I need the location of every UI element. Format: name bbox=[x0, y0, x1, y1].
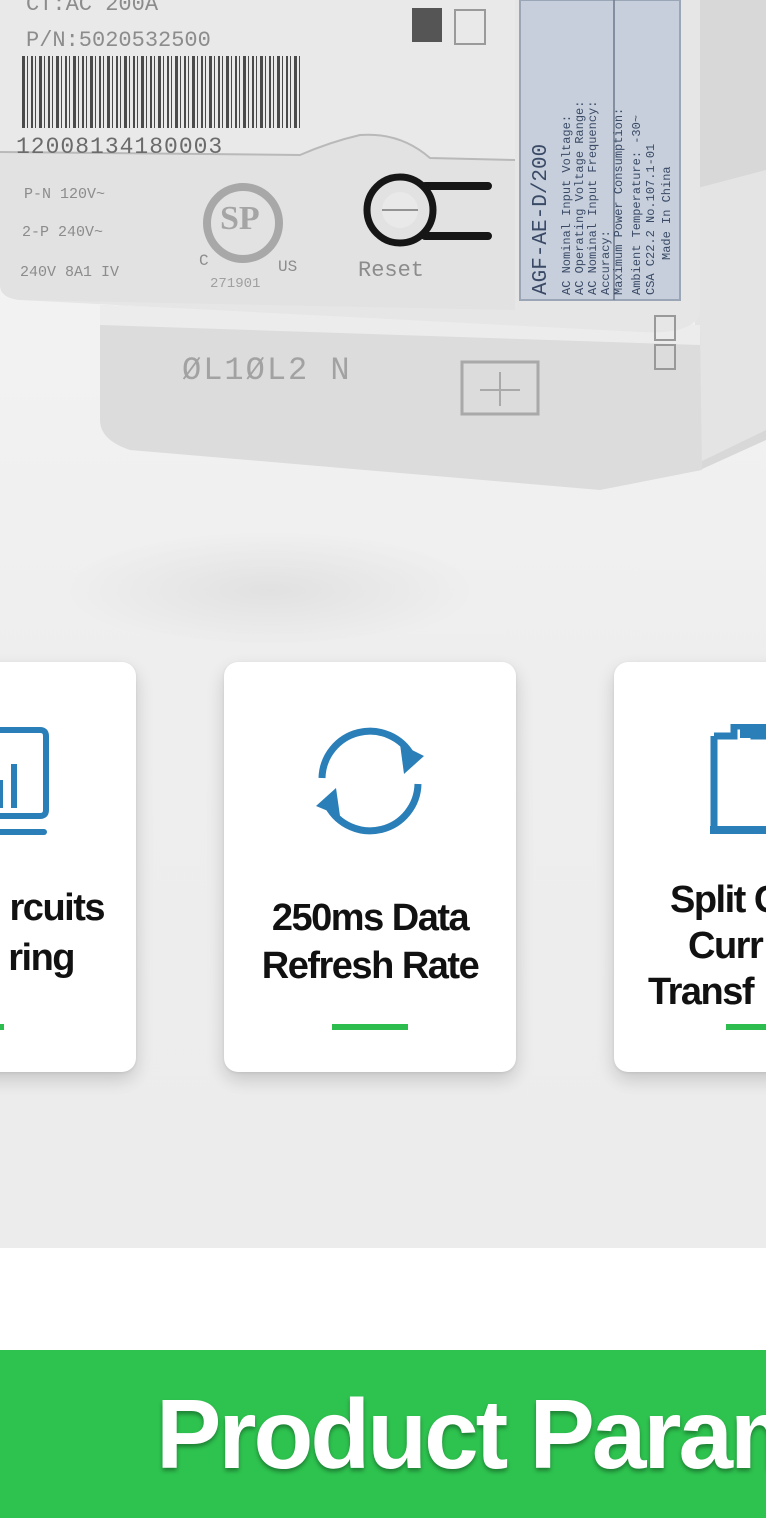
spec-line-5: Maximum Power Consumption: bbox=[612, 107, 626, 295]
feature-title-line-1: 250ms Data bbox=[271, 897, 470, 939]
feature-underline bbox=[726, 1024, 766, 1030]
feature-underline bbox=[332, 1024, 408, 1030]
spec-line-6: Ambient Temperature: -30~ bbox=[630, 114, 644, 295]
spec-line-2: AC Operating Voltage Range: bbox=[573, 100, 587, 295]
feature-title-line-2: Refresh Rate bbox=[261, 945, 480, 987]
feature-underline bbox=[0, 1024, 4, 1030]
refresh-icon bbox=[316, 727, 424, 835]
csa-mark-letters: SP bbox=[220, 200, 260, 237]
section-title: Product Param bbox=[156, 1379, 766, 1489]
monitor-chart-icon bbox=[0, 727, 49, 835]
barcode bbox=[22, 56, 300, 128]
wiring-line-2: 2-P 240V~ bbox=[22, 224, 104, 241]
spec-line-4: Accuracy: bbox=[599, 230, 613, 295]
spec-line-3: AC Nominal Input Frequency: bbox=[586, 100, 600, 295]
reset-label: Reset bbox=[358, 258, 425, 283]
feature-title-line-1: rcuits bbox=[9, 887, 106, 929]
feature-title-line-2: ring bbox=[8, 937, 75, 979]
energy-monitor-device-image: CT:AC 200A P/N:5020532500 12008134180003… bbox=[0, 0, 766, 520]
feature-title-line-2: Curr bbox=[688, 925, 764, 967]
product-hero: CT:AC 200A P/N:5020532500 12008134180003… bbox=[0, 0, 766, 1248]
feature-card-circuit-monitoring[interactable]: rcuits ring bbox=[0, 662, 136, 1072]
csa-number-text: 271901 bbox=[210, 276, 261, 292]
split-core-ct-icon bbox=[710, 724, 766, 834]
wiring-line-3: 240V 8A1 IV bbox=[20, 264, 120, 281]
feature-title-line-3: Transf bbox=[648, 971, 755, 1013]
spec-line-8: Made In China bbox=[660, 166, 674, 260]
serial-number-text: 12008134180003 bbox=[16, 134, 224, 160]
part-number-text: P/N:5020532500 bbox=[26, 28, 211, 53]
ct-rating-text: CT:AC 200A bbox=[26, 0, 159, 17]
csa-us-letters: US bbox=[278, 258, 298, 276]
device-floor-shadow bbox=[60, 530, 480, 650]
model-label: AGF-AE-D/200 bbox=[530, 143, 553, 295]
csa-c-letter: C bbox=[199, 252, 209, 270]
feature-card-refresh-rate[interactable]: 250ms Data Refresh Rate bbox=[224, 662, 516, 1072]
section-header-banner: Product Param bbox=[0, 1350, 766, 1518]
spec-line-1: AC Nominal Input Voltage: bbox=[560, 114, 574, 295]
feature-card-split-core-ct[interactable]: Split C Curr Transf bbox=[614, 662, 766, 1072]
terminal-label: ØL1ØL2 N bbox=[182, 352, 352, 389]
rating-label-sticker: AGF-AE-D/200 AC Nominal Input Voltage: A… bbox=[520, 0, 680, 300]
spec-line-7: CSA C22.2 No.107.1-01 bbox=[644, 143, 658, 295]
wiring-line-1: P-N 120V~ bbox=[24, 186, 106, 203]
feature-title-line-1: Split C bbox=[670, 879, 766, 921]
